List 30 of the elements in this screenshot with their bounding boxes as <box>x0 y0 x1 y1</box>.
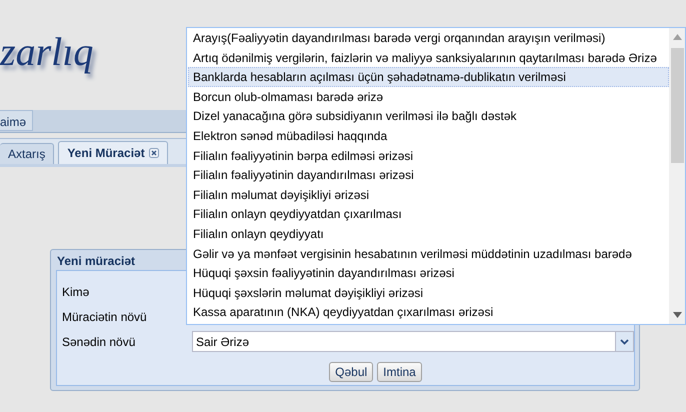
dropdown-option[interactable]: Filialın fəaliyyətinin dayandırılması ərizəsi <box>188 165 669 185</box>
dropdown-option[interactable]: Arayış(Fəaliyyətin dayandırılması barədə vergi orqanından arayışın verilməsi) <box>188 28 669 48</box>
close-icon[interactable] <box>148 148 159 158</box>
dropdown-option[interactable]: Elektron sənəd mübadiləsi haqqında <box>188 126 669 146</box>
scrollbar-thumb[interactable] <box>670 48 684 163</box>
menu-item[interactable]: aimə <box>0 110 34 131</box>
select-field[interactable]: Sair Ərizə <box>192 331 634 352</box>
dialog-button[interactable]: Imtina <box>377 362 422 382</box>
dropdown-option[interactable]: Dizel yanacağına görə subsidiyanın verilməsi ilə bağlı dəstək <box>188 106 669 126</box>
dialog-button[interactable]: Qəbul <box>329 362 374 382</box>
dropdown-option[interactable]: Filialın onlayn qeydiyyatdan çıxarılması <box>188 204 669 224</box>
dialog-title: Yeni müraciət <box>56 253 136 270</box>
dropdown-option[interactable]: Hüquqi şəxslərin məlumat dəyişikliyi ərizəsi <box>188 282 669 302</box>
scrollbar[interactable] <box>669 28 685 324</box>
dropdown-option[interactable]: Borcun olub-olmaması barədə ərizə <box>188 86 669 106</box>
dropdown-option[interactable]: Banklarda hesabların açılması üçün şəhadətnamə-dublikatın verilməsi <box>188 67 669 87</box>
field-label: Müraciətin növü <box>62 310 148 324</box>
dropdown-option[interactable]: Filialın məlumat dəyişikliyi ərizəsi <box>188 184 669 204</box>
dropdown-option[interactable]: Filialın fəaliyyətinin bərpa edilməsi ərizəsi <box>188 146 669 166</box>
dropdown-option[interactable]: Hüquqi şəxsin fəaliyyətinin dayandırılması ərizəsi <box>188 263 669 283</box>
field-label: Kimə <box>62 284 90 298</box>
field-label: Sənədin növü <box>62 334 136 348</box>
chevron-down-icon[interactable] <box>620 338 629 344</box>
dropdown-option[interactable]: Artıq ödənilmiş vergilərin, faizlərin və maliyyə sanksiyalarının qaytarılması barədə Ərizə <box>188 48 669 68</box>
dropdown-option[interactable]: Filialın onlayn qeydiyyatı <box>188 224 669 244</box>
tab[interactable]: Yeni Müraciət <box>58 141 168 164</box>
tab[interactable]: Axtarış <box>0 143 54 164</box>
scroll-down-icon[interactable] <box>672 312 682 318</box>
dropdown-option[interactable]: Kassa aparatının (NKA) qeydiyyatdan çıxarılması ərizəsi <box>188 302 669 322</box>
dropdown-option[interactable]: Gəlir və ya mənfəət vergisinin hesabatının verilməsi müddətinin uzadılması barədə <box>188 244 669 264</box>
